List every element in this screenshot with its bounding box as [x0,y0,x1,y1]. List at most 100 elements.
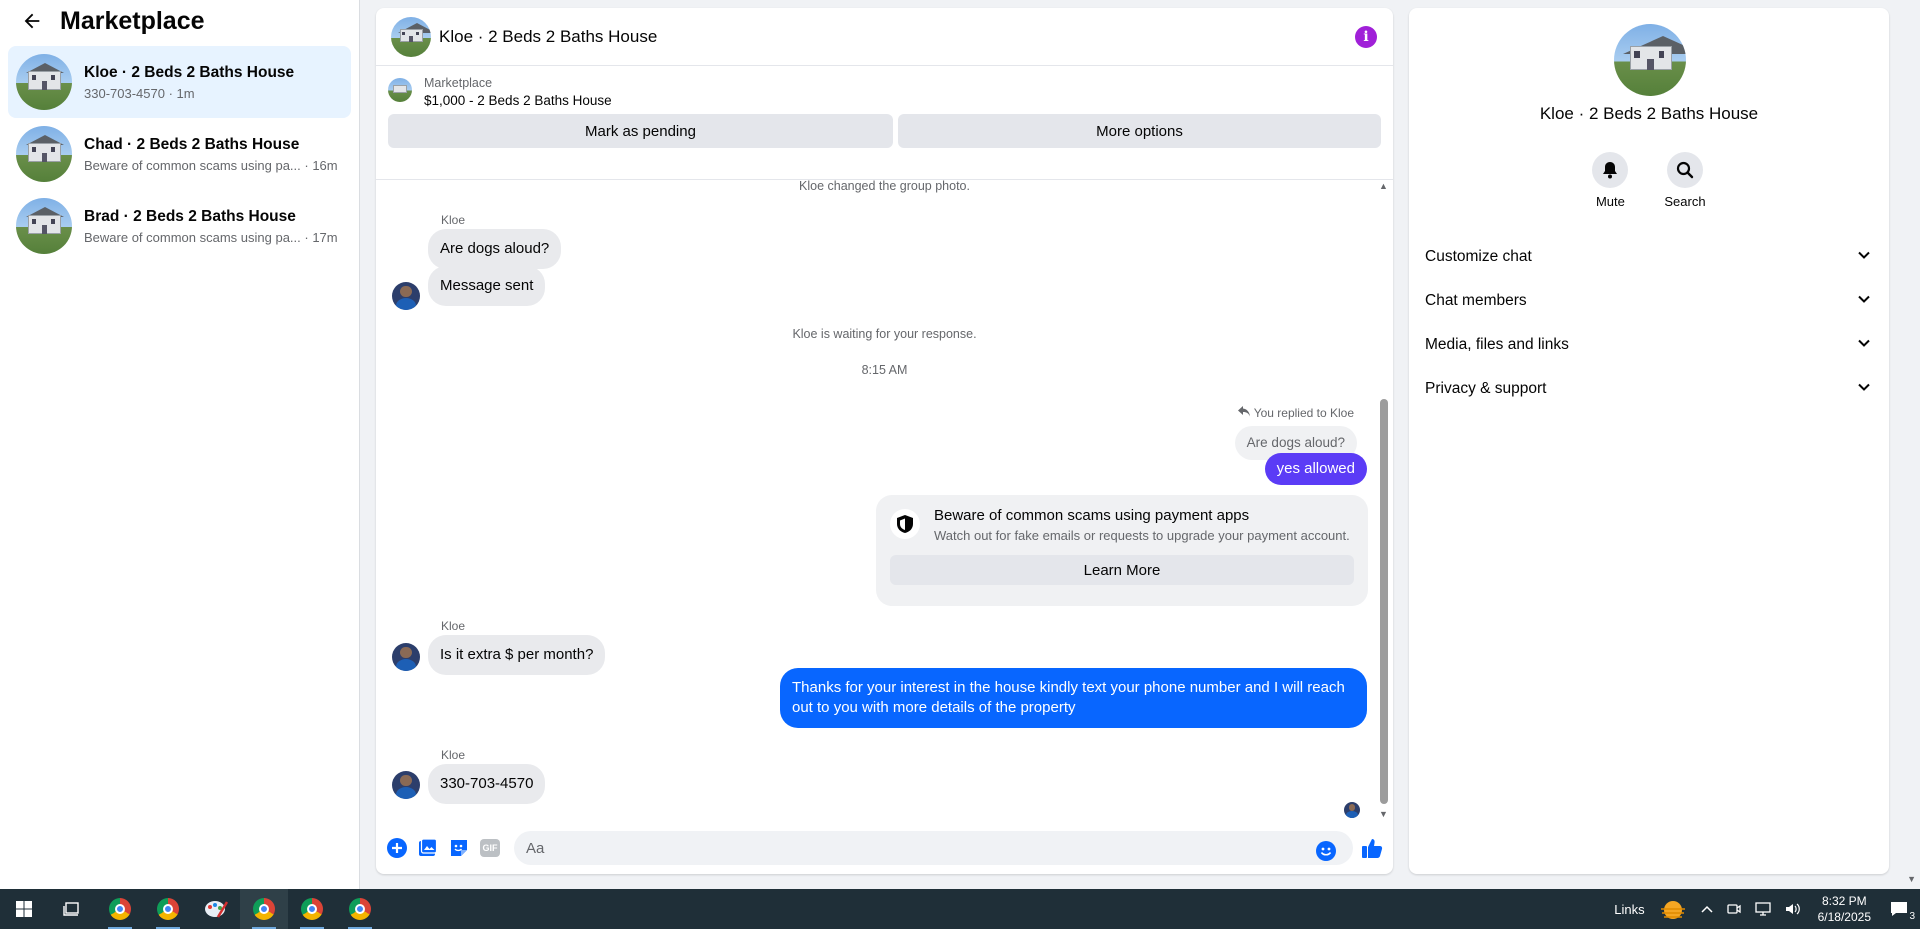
section-privacy-support[interactable]: Privacy & support [1409,367,1889,411]
notification-count: 3 [1909,911,1915,922]
sender-name: Kloe [441,213,466,227]
message-timestamp: 8:15 AM [861,363,908,377]
bell-icon [1592,152,1629,188]
outgoing-message[interactable]: yes allowed [1264,453,1367,485]
incoming-message[interactable]: Are dogs aloud? [428,229,562,269]
chrome-taskbar-icon[interactable] [288,889,336,929]
message-composer: GIF [376,822,1393,874]
conversation-name: Kloe · 2 Beds 2 Baths House [84,63,295,81]
section-media-files-links[interactable]: Media, files and links [1409,323,1889,367]
chevron-down-icon [1857,380,1871,399]
outgoing-message[interactable]: Thanks for your interest in the house ki… [780,668,1367,728]
page-scroll-down-icon[interactable]: ▼ [1907,874,1916,884]
system-tray: Links 8:32 PM 6/18/2025 3 [1607,889,1920,929]
chevron-down-icon [1857,336,1871,355]
house-thumbnail [16,54,72,110]
conversation-item-kloe[interactable]: Kloe · 2 Beds 2 Baths House 330-703-4570… [8,46,351,118]
chat-details-panel: Kloe · 2 Beds 2 Baths House Mute Search … [1409,8,1889,874]
listing-source: Marketplace [424,76,493,90]
back-arrow-icon[interactable] [18,7,46,35]
scam-warning-card: Beware of common scams using payment app… [876,495,1368,606]
links-toolbar[interactable]: Links [1614,902,1644,917]
incoming-message[interactable]: Message sent [428,266,546,306]
volume-icon[interactable] [1785,902,1801,916]
listing-thumbnail [388,78,412,102]
conversation-sidebar: Marketplace Kloe · 2 Beds 2 Baths House … [0,0,360,889]
search-icon [1666,152,1703,188]
taskbar-clock[interactable]: 8:32 PM 6/18/2025 [1818,893,1871,925]
notification-center-icon[interactable]: 3 [1890,901,1915,922]
listing-title[interactable]: $1,000 - 2 Beds 2 Baths House [424,93,612,108]
emoji-icon[interactable] [1316,841,1336,866]
waiting-notice: Kloe is waiting for your response. [792,327,977,341]
paint-app-icon[interactable] [192,889,240,929]
chrome-taskbar-icon[interactable] [240,889,288,929]
details-name: Kloe · 2 Beds 2 Baths House [1539,104,1759,123]
shield-icon [890,509,920,539]
sidebar-title: Marketplace [60,6,205,35]
scroll-up-icon[interactable]: ▲ [1379,181,1388,191]
house-thumbnail [16,198,72,254]
incoming-message[interactable]: 330-703-4570 [428,764,546,804]
weather-icon[interactable] [1659,899,1687,919]
message-input[interactable] [514,831,1353,865]
sticker-icon[interactable] [448,837,470,859]
conversation-preview: Beware of common scams using pa... · 16m [84,157,338,173]
thumbs-up-icon[interactable] [1361,837,1383,859]
photo-icon[interactable] [417,837,439,859]
clock-time: 8:32 PM [1821,894,1867,908]
reply-icon [1237,406,1250,420]
scrollbar-thumb[interactable] [1380,399,1388,804]
conversation-item-chad[interactable]: Chad · 2 Beds 2 Baths House Beware of co… [8,118,351,190]
chat-avatar[interactable] [391,16,431,57]
sidebar-header: Marketplace [0,0,359,42]
section-customize-chat[interactable]: Customize chat [1409,235,1889,279]
sender-name: Kloe [441,748,466,762]
incoming-message[interactable]: Is it extra $ per month? [428,635,606,675]
windows-start-icon[interactable] [0,889,48,929]
reply-notice: You replied to Kloe [1237,406,1354,420]
sender-avatar[interactable] [392,643,420,671]
chevron-up-icon[interactable] [1701,904,1713,914]
windows-taskbar: Links 8:32 PM 6/18/2025 3 [0,889,1920,929]
task-view-icon[interactable] [48,889,96,929]
mute-button[interactable]: Mute [1592,152,1629,209]
chat-header: Kloe · 2 Beds 2 Baths House i [376,8,1393,66]
seen-indicator-avatar [1344,802,1360,818]
chevron-down-icon [1857,292,1871,311]
conversation-name: Chad · 2 Beds 2 Baths House [84,135,300,153]
listing-banner: Marketplace $1,000 - 2 Beds 2 Baths Hous… [376,66,1393,180]
chat-title[interactable]: Kloe · 2 Beds 2 Baths House [439,27,1355,47]
scam-warning-text: Watch out for fake emails or requests to… [934,528,1350,543]
conversation-preview: Beware of common scams using pa... · 17m [84,229,338,245]
mark-as-pending-button[interactable]: Mark as pending [388,114,893,148]
scroll-down-icon[interactable]: ▼ [1379,809,1388,819]
search-button[interactable]: Search [1664,152,1706,209]
details-avatar [1614,24,1686,96]
conversation-name: Brad · 2 Beds 2 Baths House [84,207,296,225]
sender-name: Kloe [441,619,466,633]
chrome-taskbar-icon[interactable] [96,889,144,929]
network-icon[interactable] [1754,902,1771,916]
sender-avatar[interactable] [392,771,420,799]
clock-date: 6/18/2025 [1817,910,1871,924]
house-thumbnail [16,126,72,182]
sender-avatar[interactable] [392,282,420,310]
chat-panel: Kloe · 2 Beds 2 Baths House i Marketplac… [376,8,1393,874]
info-icon[interactable]: i [1355,25,1377,48]
meet-now-icon[interactable] [1726,902,1741,916]
conversation-preview: 330-703-4570 · 1m [84,85,195,101]
message-scrollbar[interactable]: ▲ ▼ [1379,181,1389,821]
gif-icon[interactable]: GIF [479,837,501,859]
learn-more-button[interactable]: Learn More [890,555,1354,585]
scam-warning-title: Beware of common scams using payment app… [934,507,1250,524]
chevron-down-icon [1857,248,1871,267]
chrome-taskbar-icon[interactable] [144,889,192,929]
plus-icon[interactable] [386,837,408,859]
group-photo-notice: Kloe changed the group photo. [799,179,970,193]
more-options-button[interactable]: More options [898,114,1381,148]
message-list: Kloe changed the group photo. Kloe Are d… [376,179,1393,821]
chrome-taskbar-icon[interactable] [336,889,384,929]
conversation-item-brad[interactable]: Brad · 2 Beds 2 Baths House Beware of co… [8,190,351,262]
section-chat-members[interactable]: Chat members [1409,279,1889,323]
